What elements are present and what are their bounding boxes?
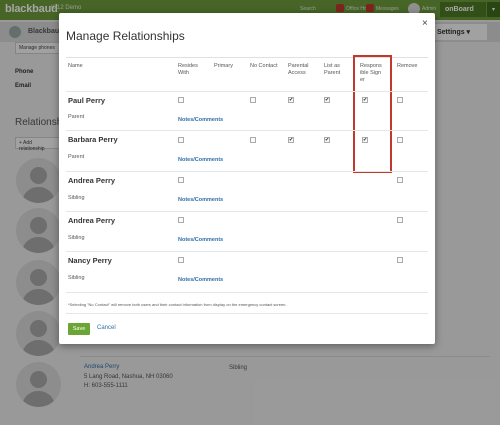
notes-comments-link[interactable]: Notes/Comments bbox=[178, 117, 223, 123]
notes-comments-link[interactable]: Notes/Comments bbox=[178, 197, 223, 203]
col-resides-with: Resides With bbox=[178, 63, 198, 77]
parental-access-checkbox[interactable]: ✔ bbox=[288, 137, 294, 143]
notes-comments-link[interactable]: Notes/Comments bbox=[178, 237, 223, 243]
person-name: Paul Perry bbox=[68, 96, 106, 105]
modal-title: Manage Relationships bbox=[66, 29, 185, 43]
col-primary: Primary bbox=[214, 63, 233, 69]
responsible-signer-highlight bbox=[353, 55, 392, 173]
row-divider bbox=[66, 211, 428, 212]
resides-with-checkbox[interactable] bbox=[178, 257, 184, 263]
person-name: Andrea Perry bbox=[68, 176, 116, 185]
remove-checkbox[interactable] bbox=[397, 257, 403, 263]
row-divider bbox=[66, 292, 428, 293]
col-parental-access: Parental Access bbox=[288, 63, 309, 77]
resides-with-checkbox[interactable] bbox=[178, 137, 184, 143]
resides-with-checkbox[interactable] bbox=[178, 177, 184, 183]
person-name: Barbara Perry bbox=[68, 135, 118, 144]
person-relation: Sibling bbox=[68, 235, 85, 241]
resides-with-checkbox[interactable] bbox=[178, 217, 184, 223]
person-relation: Parent bbox=[68, 154, 85, 160]
no-contact-checkbox[interactable] bbox=[250, 97, 256, 103]
remove-checkbox[interactable] bbox=[397, 97, 403, 103]
responsible-signer-checkbox[interactable]: ✔ bbox=[362, 97, 368, 103]
remove-checkbox[interactable] bbox=[397, 137, 403, 143]
row-divider bbox=[66, 251, 428, 252]
row-divider bbox=[66, 171, 428, 172]
close-icon[interactable]: × bbox=[422, 18, 428, 29]
col-list-as-parent: List as Parent bbox=[324, 63, 341, 77]
col-remove: Remove bbox=[397, 63, 418, 69]
no-contact-footnote: *Selecting "No Contact" will remove both… bbox=[68, 302, 287, 307]
save-button[interactable]: Save bbox=[68, 323, 90, 335]
notes-comments-link[interactable]: Notes/Comments bbox=[178, 277, 223, 283]
manage-relationships-modal: × Manage Relationships Name Resides With… bbox=[59, 13, 435, 344]
footer-divider bbox=[66, 313, 428, 314]
row-divider bbox=[66, 130, 428, 131]
list-as-parent-checkbox[interactable]: ✔ bbox=[324, 97, 330, 103]
row-divider bbox=[66, 91, 428, 92]
notes-comments-link[interactable]: Notes/Comments bbox=[178, 157, 223, 163]
person-relation: Sibling bbox=[68, 195, 85, 201]
person-relation: Parent bbox=[68, 114, 85, 120]
cancel-button[interactable]: Cancel bbox=[97, 325, 116, 331]
col-name: Name bbox=[68, 63, 83, 69]
person-name: Andrea Perry bbox=[68, 216, 116, 225]
list-as-parent-checkbox[interactable]: ✔ bbox=[324, 137, 330, 143]
col-no-contact: No Contact bbox=[250, 63, 278, 69]
no-contact-checkbox[interactable] bbox=[250, 137, 256, 143]
remove-checkbox[interactable] bbox=[397, 217, 403, 223]
person-relation: Sibling bbox=[68, 275, 85, 281]
remove-checkbox[interactable] bbox=[397, 177, 403, 183]
parental-access-checkbox[interactable]: ✔ bbox=[288, 97, 294, 103]
responsible-signer-checkbox[interactable]: ✔ bbox=[362, 137, 368, 143]
person-name: Nancy Perry bbox=[68, 256, 112, 265]
resides-with-checkbox[interactable] bbox=[178, 97, 184, 103]
